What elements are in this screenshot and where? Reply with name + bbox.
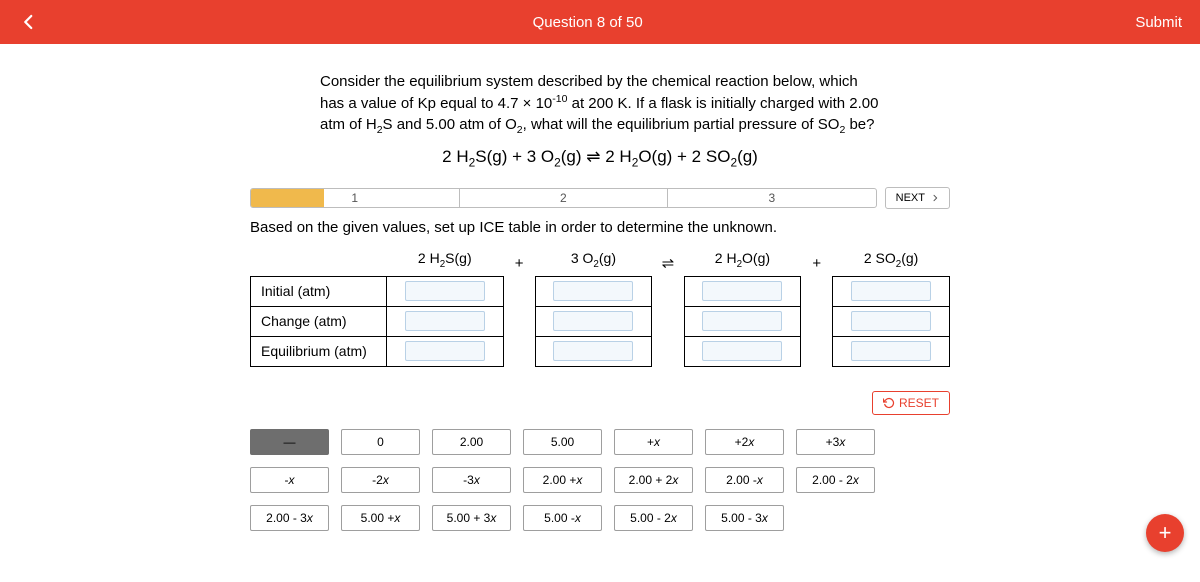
row-equilibrium: Equilibrium (atm) [251, 336, 950, 366]
col-h2o: 2 H2O(g) [684, 250, 801, 276]
col-o2: 3 O2(g) [535, 250, 652, 276]
answer-tile[interactable]: -2x [341, 467, 420, 493]
answer-tile[interactable]: +x [614, 429, 693, 455]
answer-tile[interactable]: — [250, 429, 329, 455]
drop-slot[interactable] [553, 281, 633, 301]
back-icon[interactable] [18, 11, 40, 33]
drop-slot[interactable] [851, 311, 931, 331]
drop-slot[interactable] [405, 341, 485, 361]
add-fab[interactable]: + [1146, 514, 1184, 552]
drop-slot[interactable] [702, 281, 782, 301]
drop-slot[interactable] [405, 281, 485, 301]
drop-slot[interactable] [405, 311, 485, 331]
step-1[interactable]: 1 [251, 189, 460, 207]
next-button[interactable]: NEXT [885, 187, 950, 209]
answer-tile[interactable]: -x [250, 467, 329, 493]
answer-tile[interactable]: 2.00 + x [523, 467, 602, 493]
row-initial: Initial (atm) [251, 276, 950, 306]
answer-tile[interactable]: 5.00 + x [341, 505, 420, 531]
step-instruction: Based on the given values, set up ICE ta… [250, 219, 950, 236]
drop-slot[interactable] [851, 341, 931, 361]
drop-slot[interactable] [702, 311, 782, 331]
question-prompt: Consider the equilibrium system describe… [320, 72, 880, 137]
reaction-equation: 2 H2S(g) + 3 O2(g) ⇌ 2 H2O(g) + 2 SO2(g) [250, 147, 950, 169]
answer-tile[interactable]: 2.00 - 3x [250, 505, 329, 531]
answer-tile[interactable]: +2x [705, 429, 784, 455]
step-2[interactable]: 2 [460, 189, 669, 207]
drop-slot[interactable] [553, 311, 633, 331]
col-so2: 2 SO2(g) [833, 250, 950, 276]
answer-tile[interactable]: 2.00 [432, 429, 511, 455]
answer-tile[interactable]: 5.00 [523, 429, 602, 455]
answer-tile[interactable]: 2.00 + 2x [614, 467, 693, 493]
answer-tile[interactable]: 5.00 - 2x [614, 505, 693, 531]
answer-tile[interactable]: 5.00 - 3x [705, 505, 784, 531]
answer-tile[interactable]: 2.00 - x [705, 467, 784, 493]
step-progress: 1 2 3 [250, 188, 877, 208]
answer-tile[interactable]: 5.00 - x [523, 505, 602, 531]
answer-tile[interactable]: 2.00 - 2x [796, 467, 875, 493]
answer-tile[interactable]: +3x [796, 429, 875, 455]
drop-slot[interactable] [553, 341, 633, 361]
drop-slot[interactable] [851, 281, 931, 301]
drop-slot[interactable] [702, 341, 782, 361]
submit-button[interactable]: Submit [1135, 14, 1182, 31]
reset-button[interactable]: RESET [872, 391, 950, 415]
answer-tile[interactable]: 5.00 + 3x [432, 505, 511, 531]
answer-tile[interactable]: -3x [432, 467, 511, 493]
row-change: Change (atm) [251, 306, 950, 336]
answer-tiles: — 0 2.00 5.00 +x +2x +3x -x -2x -3x 2.00 + x 2.00 +… [250, 415, 950, 531]
ice-table: 2 H2S(g) + 3 O2(g) ⇌ 2 H2O(g) + 2 SO2(g)… [250, 250, 950, 367]
step-3[interactable]: 3 [668, 189, 876, 207]
answer-tile[interactable]: 0 [341, 429, 420, 455]
col-h2s: 2 H2S(g) [386, 250, 503, 276]
question-counter: Question 8 of 50 [40, 14, 1135, 31]
header-bar: Question 8 of 50 Submit [0, 0, 1200, 44]
